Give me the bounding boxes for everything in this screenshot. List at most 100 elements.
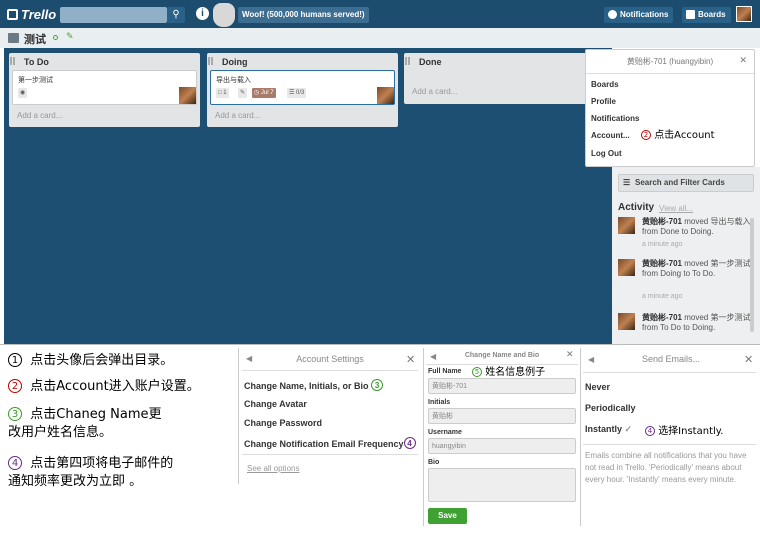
avatar[interactable] [618,259,635,276]
activity-user[interactable]: 黄贻彬-701 [642,217,682,226]
view-all-link[interactable]: View all... [659,204,693,213]
add-card-link[interactable]: Add a card... [17,111,62,120]
member-menu-popup: 黄贻彬-701 (huangyibin) ✕ Boards Profile No… [585,49,755,167]
close-icon[interactable]: ✕ [566,350,574,360]
instruction-step-2: 2 点击Account进入账户设置。 [8,378,200,396]
card-title: 导出与载入 [216,76,251,84]
list-todo: To Do 第一步测试 ◉ Add a card... [9,53,200,127]
search-icon[interactable]: ⚲ [167,7,185,23]
back-arrow-icon[interactable]: ◀ [430,352,436,361]
close-icon[interactable]: ✕ [739,56,747,66]
list-drag-icon[interactable] [10,57,15,65]
avatar[interactable] [618,313,635,330]
instruction-step-4: 4 点击第四项将电子邮件的 通知频率更改为立即 。 [8,455,173,491]
trello-logo-icon [7,9,18,20]
due-date: Jul 7 [260,90,274,96]
option-periodically[interactable]: Periodically [585,403,636,413]
menu-item-notifications[interactable]: Notifications [591,114,639,123]
step-number: 1 [8,353,22,367]
step-number: 4 [645,426,655,436]
check-icon: ✓ [624,424,633,434]
logo-text: Trello [21,7,57,22]
board-header [0,28,760,48]
back-arrow-icon[interactable]: ◀ [588,355,594,364]
board-icon [8,33,19,43]
notifications-button[interactable]: Notifications [604,7,674,23]
change-name-pane: ◀ Change Name and Bio ✕ Full Name 5 姓名信息… [424,348,580,528]
close-icon[interactable]: ✕ [406,353,415,366]
list-done: Done Add a card... [404,53,595,104]
activity-text: 黄贻彬-701 moved 导出与载入 from Done to Doing. [642,217,752,237]
change-password-link[interactable]: Change Password [244,418,322,428]
instruction-text: 通知频率更改为立即 。 [8,474,143,489]
card[interactable]: 第一步测试 ◉ [12,70,197,105]
comments-count: 1 [223,90,227,96]
edit-pencil-icon[interactable]: ✎ [66,32,74,42]
step-number: 3 [371,379,384,391]
menu-item-boards[interactable]: Boards [591,80,619,89]
boards-button[interactable]: Boards [682,7,731,23]
option-never[interactable]: Never [585,382,610,392]
link-label: Change Notification Email Frequency [244,439,404,449]
activity-time: a minute ago [642,241,683,248]
instruction-text: 点击头像后会弹出目录。 [30,353,174,368]
activity-item: 黄贻彬-701 moved 第一步测试 from Doing to To Do.… [618,259,750,303]
search-input[interactable] [60,7,167,23]
activity-user[interactable]: 黄贻彬-701 [642,259,682,268]
change-avatar-link[interactable]: Change Avatar [244,399,307,409]
card-member-avatar [179,87,196,104]
full-name-input[interactable]: 黄贻彬-701 [428,378,576,394]
activity-user[interactable]: 黄贻彬-701 [642,313,682,322]
pane-title: Send Emails... [641,354,701,364]
add-card-link[interactable]: Add a card... [412,87,457,96]
board-title[interactable]: 测试 [24,31,46,47]
divider [238,348,239,484]
instruction-step-3: 3 点击Chaneg Name更 改用户姓名信息。 [8,406,162,442]
list-name[interactable]: Doing [222,57,248,67]
search-filter-button[interactable]: ☰ Search and Filter Cards [618,174,754,192]
account-settings-pane: ◀ Account Settings ✕ Change Name, Initia… [240,348,420,528]
menu-item-profile[interactable]: Profile [591,97,616,106]
bio-textarea[interactable] [428,468,576,502]
card[interactable]: 导出与载入 □ 1 ✎ ◷ Jul 7 ☰ 0/3 [210,70,395,105]
close-icon[interactable]: ✕ [744,353,753,366]
username-input[interactable]: huangyibin [428,438,576,454]
list-name[interactable]: Done [419,57,442,67]
trello-logo[interactable]: Trello [7,7,56,22]
list-drag-icon[interactable] [208,57,213,65]
member-avatar[interactable] [736,6,752,22]
add-card-link[interactable]: Add a card... [215,111,260,120]
board-sidebar: ☰ Search and Filter Cards Activity View a… [612,167,760,344]
username-label: Username [428,429,462,436]
back-arrow-icon[interactable]: ◀ [246,354,252,363]
annotation-text: 选择Instantly. [658,426,724,437]
option-instantly[interactable]: Instantly ✓ [585,424,632,435]
full-name-label: Full Name [428,368,462,375]
activity-time: a minute ago [642,293,683,300]
edit-icon: ✎ [238,88,248,98]
sidebar-scrollbar[interactable] [750,218,754,332]
initials-input[interactable]: 黄贻彬 [428,408,576,424]
boards-icon [686,10,695,19]
change-name-link[interactable]: Change Name, Initials, or Bio 3 [244,379,384,391]
annotation-text: 姓名信息例子 [485,367,546,378]
activity-title: Activity [618,202,655,213]
change-email-frequency-link[interactable]: Change Notification Email Frequency 4 [244,437,416,449]
save-button[interactable]: Save [428,508,467,524]
menu-item-logout[interactable]: Log Out [591,149,622,158]
notifications-label: Notifications [620,10,669,19]
info-icon[interactable]: i [196,7,209,20]
list-drag-icon[interactable] [405,57,410,65]
avatar[interactable] [618,217,635,234]
list-name[interactable]: To Do [24,57,49,67]
menu-item-account[interactable]: Account... [591,131,630,140]
activity-text: 黄贻彬-701 moved 第一步测试 from To Do to Doing. [642,313,752,333]
pane-title: Change Name and Bio [464,352,540,359]
pane-title: Account Settings [296,354,364,364]
see-all-options-link[interactable]: See all options [247,464,299,473]
step-number: 4 [403,437,416,449]
step-number: 2 [8,379,22,393]
card-member-avatar [377,87,394,104]
divider [583,372,756,373]
woof-banner[interactable]: Woof! (500,000 humans served!) [238,7,369,23]
